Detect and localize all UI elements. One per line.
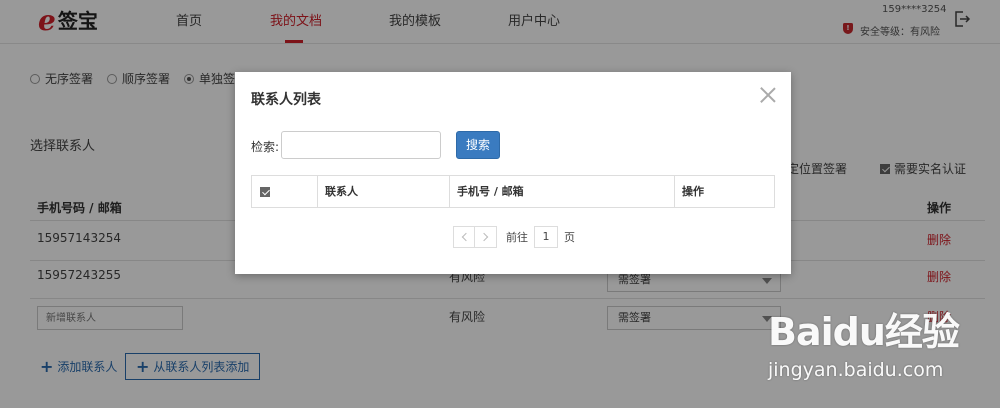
search-label: 检索: xyxy=(251,140,280,154)
header-contact: 联系人 xyxy=(318,176,450,207)
page-number-input[interactable]: 1 xyxy=(534,226,558,248)
header-phone-email: 手机号 / 邮箱 xyxy=(450,176,675,207)
goto-label: 前往 xyxy=(506,231,528,244)
prev-page-button[interactable] xyxy=(453,226,475,248)
contact-table-header: 联系人 手机号 / 邮箱 操作 xyxy=(251,175,775,208)
baidu-jingyan-watermark: Baidu经验 jingyan.baidu.com xyxy=(768,301,960,381)
pagination: 前往 1 页 xyxy=(453,226,575,248)
close-icon[interactable] xyxy=(759,86,777,104)
header-action: 操作 xyxy=(682,185,704,198)
watermark-url: jingyan.baidu.com xyxy=(768,359,944,381)
search-button[interactable]: 搜索 xyxy=(456,131,500,159)
page-suffix: 页 xyxy=(564,231,575,244)
contact-list-dialog: 联系人列表 检索: 搜索 联系人 手机号 / 邮箱 操作 前往 1 页 xyxy=(235,72,791,274)
select-all-cell[interactable] xyxy=(252,176,318,207)
select-all-checkbox[interactable] xyxy=(260,187,270,197)
dialog-title: 联系人列表 xyxy=(251,92,321,108)
next-page-button[interactable] xyxy=(475,226,497,248)
watermark-main: Baidu经验 xyxy=(768,310,960,354)
search-input[interactable] xyxy=(281,131,441,159)
